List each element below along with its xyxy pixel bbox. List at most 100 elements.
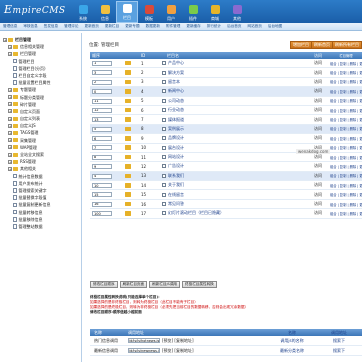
expand-icon[interactable]: +: [8, 159, 12, 164]
row-checkbox[interactable]: [162, 126, 166, 131]
js-right-link[interactable]: 搜索下: [316, 338, 362, 344]
column-name-link[interactable]: 留言本: [168, 79, 180, 85]
subnav-link[interactable]: 更新栏目: [105, 24, 119, 29]
column-name-link[interactable]: 常见问答: [168, 201, 184, 207]
refresh-column-js-button[interactable]: 刷新栏目JS调用: [149, 281, 181, 288]
visit-link[interactable]: 访问: [306, 182, 330, 188]
tree-item[interactable]: + 采集管理: [0, 137, 81, 144]
visit-link[interactable]: 访问: [306, 210, 330, 216]
expand-icon[interactable]: +: [8, 166, 12, 171]
order-input[interactable]: [92, 136, 112, 142]
column-name-link[interactable]: 联系我们: [168, 173, 184, 179]
tree-item[interactable]: + 碎片管理: [0, 101, 81, 108]
js-right-link[interactable]: 搜索下: [316, 348, 362, 354]
nav-item[interactable]: 模板: [138, 1, 160, 23]
column-name-link[interactable]: 产品中心: [168, 60, 184, 66]
visit-link[interactable]: 访问: [306, 173, 330, 179]
js-url-input[interactable]: [128, 338, 160, 343]
visit-link[interactable]: 访问: [306, 117, 330, 123]
order-input[interactable]: [92, 154, 112, 160]
tree-item[interactable]: 批量设置栏目属性: [0, 79, 81, 86]
row-ops[interactable]: 组合 | 复制 | 删除 | 更多: [330, 183, 362, 188]
expand-icon[interactable]: +: [8, 51, 12, 56]
row-ops[interactable]: 组合 | 复制 | 删除 | 更多: [330, 145, 362, 150]
column-name-link[interactable]: 在线留言: [168, 192, 184, 198]
subnav-link[interactable]: 管理评论: [64, 24, 78, 29]
tree-item[interactable]: 管理栏目(分页): [0, 65, 81, 72]
column-name-link[interactable]: 媒体报道: [168, 117, 184, 123]
row-checkbox[interactable]: [162, 108, 166, 113]
order-input[interactable]: [92, 107, 112, 113]
preview-link[interactable]: [预览]: [162, 348, 173, 354]
row-ops[interactable]: 组合 | 复制 | 删除 | 更多: [330, 211, 362, 216]
order-input[interactable]: [92, 173, 112, 179]
column-name-link[interactable]: 行业动态: [168, 107, 184, 113]
nav-item[interactable]: 系统: [72, 1, 94, 23]
subnav-link[interactable]: 更新专题: [125, 24, 139, 29]
order-input[interactable]: [92, 98, 112, 104]
copy-link[interactable]: [复制地址]: [174, 338, 193, 344]
visit-link[interactable]: 访问: [306, 79, 330, 85]
row-checkbox[interactable]: [162, 211, 166, 216]
convert-terminal-button[interactable]: 终极栏目属性转换: [182, 281, 217, 288]
column-name-link[interactable]: 幻灯片滚动栏目（栏目已隐藏）: [168, 210, 224, 216]
tree-item[interactable]: + TAGS管理: [0, 129, 81, 136]
nav-item[interactable]: 商城: [204, 1, 226, 23]
visit-link[interactable]: 访问: [306, 126, 330, 132]
tree-item[interactable]: + 其他相关: [0, 165, 81, 172]
tree-item[interactable]: 管理栏目: [0, 58, 81, 65]
preview-link[interactable]: [预览]: [162, 338, 173, 344]
order-input[interactable]: [92, 164, 112, 170]
row-ops[interactable]: 组合 | 复制 | 删除 | 更多: [330, 155, 362, 160]
order-input[interactable]: [92, 211, 112, 217]
tree-item[interactable]: + 自定义JS: [0, 122, 81, 129]
js-url-input[interactable]: [128, 348, 160, 353]
subnav-link[interactable]: 更新首页: [85, 24, 99, 29]
row-checkbox[interactable]: [162, 136, 166, 141]
subnav-link[interactable]: 签发信息: [44, 24, 58, 29]
order-input[interactable]: [92, 145, 112, 151]
expand-icon[interactable]: +: [8, 152, 12, 157]
tree-item[interactable]: 批量复制更新信息: [0, 201, 81, 208]
expand-icon[interactable]: +: [8, 87, 12, 92]
row-ops[interactable]: 组合 | 复制 | 删除 | 更多: [330, 70, 362, 75]
expand-icon[interactable]: +: [8, 102, 12, 107]
subnav-link[interactable]: 后台地图: [268, 24, 282, 29]
tree-item[interactable]: 用户发布统计: [0, 180, 81, 187]
subnav-link[interactable]: 排行统计: [207, 24, 221, 29]
tree-item[interactable]: 管理搜索关键字: [0, 187, 81, 194]
add-column-button[interactable]: 增加栏目: [290, 41, 312, 49]
row-checkbox[interactable]: [162, 202, 166, 207]
subnav-link[interactable]: 后台首页: [227, 24, 241, 29]
tree-item[interactable]: 批量转移信息: [0, 209, 81, 216]
column-name-link[interactable]: 案例展示: [168, 126, 184, 132]
row-ops[interactable]: 组合 | 复制 | 删除 | 更多: [330, 136, 362, 141]
tree-item[interactable]: + 标题分类管理: [0, 94, 81, 101]
row-checkbox[interactable]: [162, 173, 166, 178]
order-input[interactable]: [92, 201, 112, 207]
column-name-link[interactable]: 广告设计: [168, 163, 184, 169]
visit-link[interactable]: 访问: [306, 98, 330, 104]
row-checkbox[interactable]: [162, 89, 166, 94]
visit-link[interactable]: 访问: [306, 70, 330, 76]
copy-link[interactable]: [复制地址]: [174, 348, 193, 354]
tree-item[interactable]: + 专题管理: [0, 86, 81, 93]
row-checkbox[interactable]: [162, 61, 166, 66]
visit-link[interactable]: 访问: [306, 201, 330, 207]
expand-icon[interactable]: +: [8, 145, 12, 150]
visit-link[interactable]: 访问: [306, 192, 330, 198]
order-input[interactable]: [92, 126, 112, 132]
column-name-link[interactable]: 品牌设计: [168, 135, 184, 141]
subnav-link[interactable]: 管理信息: [3, 24, 17, 29]
tree-item[interactable]: + WAP管理: [0, 144, 81, 151]
column-name-link[interactable]: 公司动态: [168, 98, 184, 104]
order-input[interactable]: [92, 192, 112, 198]
column-name-link[interactable]: 新闻中心: [168, 88, 184, 94]
row-checkbox[interactable]: [162, 155, 166, 160]
tree-item[interactable]: + 信息相关管理: [0, 43, 81, 50]
row-checkbox[interactable]: [162, 117, 166, 122]
subnav-link[interactable]: 网站首页: [248, 24, 262, 29]
nav-item[interactable]: 插件: [182, 1, 204, 23]
column-name-link[interactable]: 关于我们: [168, 182, 184, 188]
subnav-link[interactable]: 审核信息: [23, 24, 37, 29]
